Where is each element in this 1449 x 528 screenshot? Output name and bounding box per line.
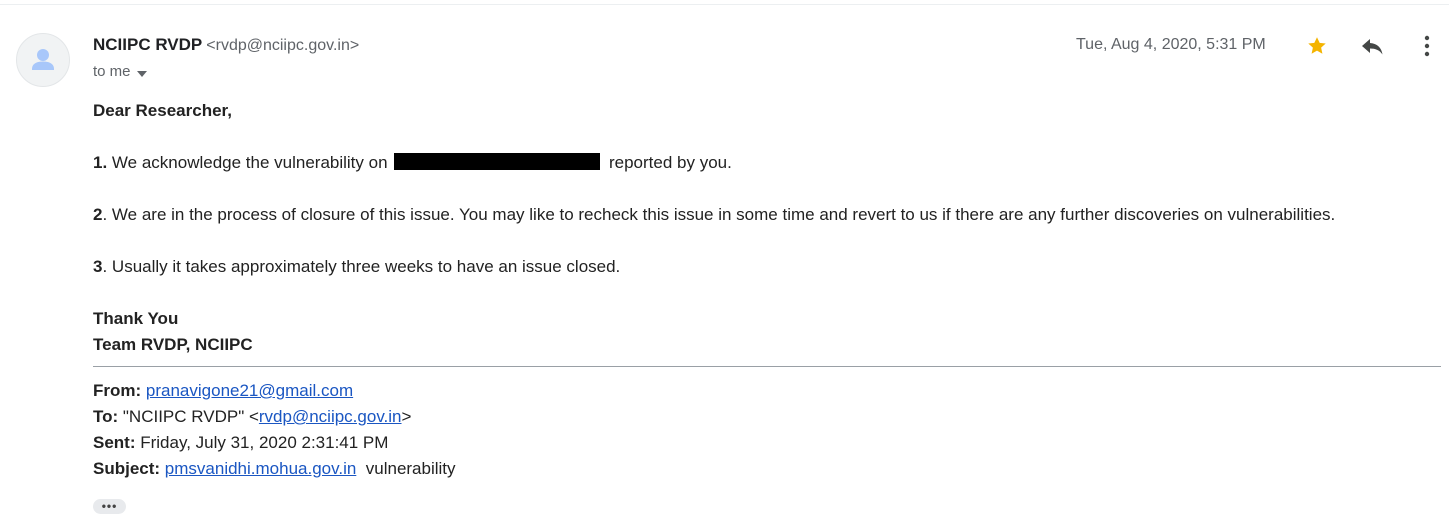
sent-value: Friday, July 31, 2020 2:31:41 PM [135,433,389,452]
subject-rest: vulnerability [356,459,456,478]
quoted-headers: From: pranavigone21@gmail.com To: "NCIIP… [93,378,456,482]
signoff-thanks: Thank You [93,309,179,328]
subject-link[interactable]: pmsvanidhi.mohua.gov.in [165,459,357,478]
quote-divider [93,366,1441,367]
greeting: Dear Researcher, [93,101,232,120]
item-2-text: . We are in the process of closure of th… [102,205,1336,224]
paragraph-1: 1. We acknowledge the vulnerability on r… [93,150,1433,176]
to-email-link[interactable]: rvdp@nciipc.gov.in [259,407,402,426]
sender-line: NCIIPC RVDP <rvdp@nciipc.gov.in> [93,35,359,55]
quoted-to-line: To: "NCIIPC RVDP" <rvdp@nciipc.gov.in> [93,404,456,430]
recipient-details-toggle[interactable]: to me [93,63,147,81]
show-trimmed-content-button[interactable]: ••• [93,499,126,514]
item-1-text-before: We acknowledge the vulnerability on [107,153,393,172]
from-email-link[interactable]: pranavigone21@gmail.com [146,381,353,400]
quoted-sent-line: Sent: Friday, July 31, 2020 2:31:41 PM [93,430,456,456]
quoted-subject-line: Subject: pmsvanidhi.mohua.gov.in vulnera… [93,456,456,482]
item-3-text: . Usually it takes approximately three w… [102,257,621,276]
item-number-1: 1. [93,153,108,172]
more-vert-icon [1424,35,1430,57]
star-icon [1308,37,1326,54]
to-label: to me [93,63,131,80]
sender-email: <rvdp@nciipc.gov.in> [206,37,360,54]
to-prefix: "NCIIPC RVDP" < [118,407,259,426]
reply-icon [1362,39,1383,55]
item-1-text-after: reported by you. [604,153,732,172]
email-body: Dear Researcher, 1. We acknowledge the v… [93,98,1433,358]
reply-button[interactable] [1358,32,1386,60]
top-divider [0,4,1449,5]
redaction-bar [394,153,601,170]
email-date: Tue, Aug 4, 2020, 5:31 PM [1076,36,1266,53]
caret-down-icon[interactable] [136,64,147,81]
paragraph-2: 2. We are in the process of closure of t… [93,202,1433,228]
avatar[interactable] [16,33,70,87]
sender-name[interactable]: NCIIPC RVDP [93,35,202,54]
quoted-from-line: From: pranavigone21@gmail.com [93,378,456,404]
star-button[interactable] [1303,32,1331,60]
signoff-team: Team RVDP, NCIIPC [93,335,253,354]
sent-label: Sent: [93,433,136,452]
more-options-button[interactable] [1413,32,1441,60]
to-suffix: > [401,407,412,426]
from-label: From: [93,381,142,400]
subject-label: Subject: [93,459,161,478]
paragraph-3: 3. Usually it takes approximately three … [93,254,1433,280]
to-label-quoted: To: [93,407,119,426]
person-icon [32,49,54,70]
